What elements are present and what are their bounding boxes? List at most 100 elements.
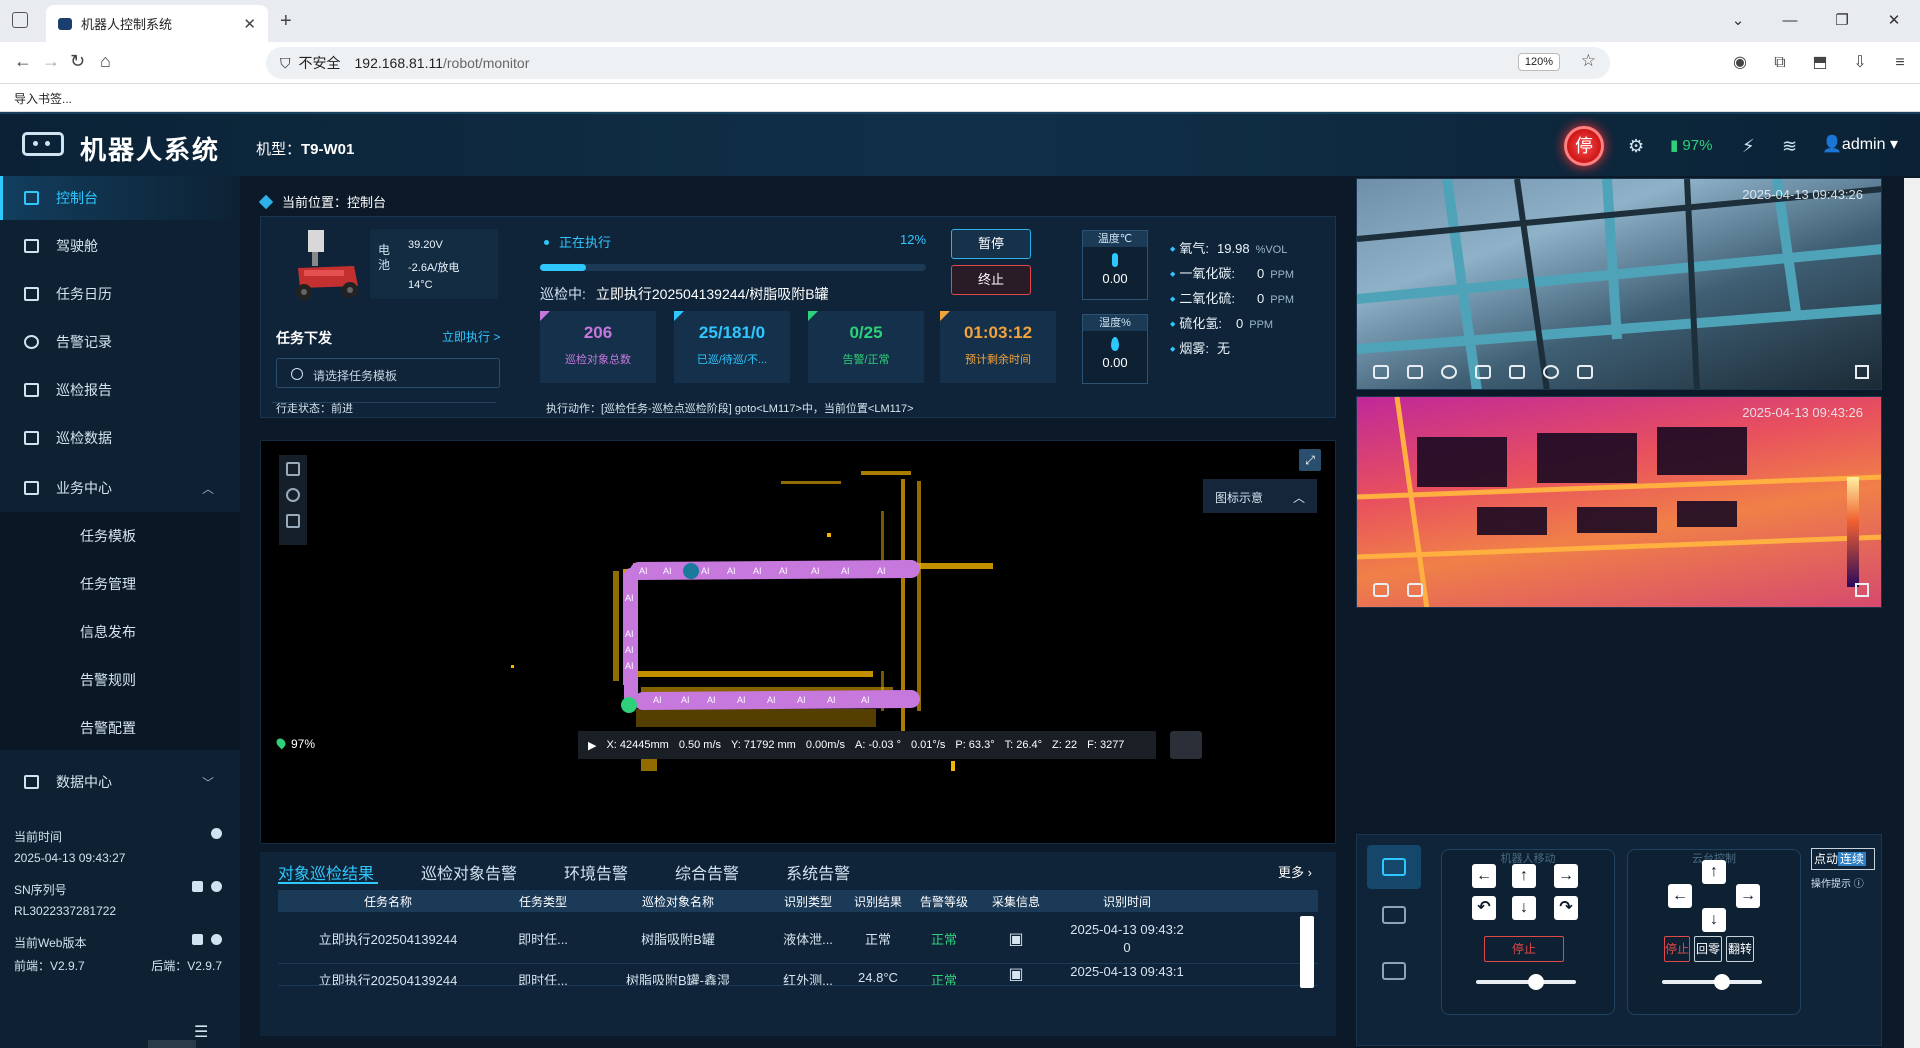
task-template-select[interactable]: 请选择任务模板 <box>276 358 500 388</box>
image-icon[interactable]: ▣ <box>980 929 1052 949</box>
table-row[interactable]: 立即执行202504139244 即时任... 树脂吸附B罐 液体泄... 正常… <box>278 914 1318 964</box>
ptz-speed-knob[interactable] <box>1714 974 1730 990</box>
sidebar-item-cockpit[interactable]: 驾驶舱 <box>0 224 240 268</box>
extensions-icon[interactable]: ⬒ <box>1800 42 1840 84</box>
rotate-left-arrow[interactable]: ↶ <box>1472 896 1496 920</box>
sidebar-item-reports[interactable]: 巡检报告 <box>0 368 240 412</box>
table-scrollbar[interactable] <box>1300 916 1314 988</box>
map-legend-toggle[interactable]: 图标示意 ︿ <box>1203 479 1317 513</box>
ptz-flip-button[interactable]: 翻转 <box>1726 936 1754 962</box>
bookmark-star-icon[interactable]: ☆ <box>1581 51 1596 71</box>
minimize-button[interactable]: — <box>1764 0 1816 42</box>
light-icon[interactable] <box>1577 365 1593 379</box>
play-icon[interactable]: ▶ <box>588 739 596 752</box>
submenu-task-template[interactable]: 任务模板 <box>0 514 240 558</box>
visible-camera-feed[interactable]: 2025-04-13 09:43:26 <box>1356 178 1882 390</box>
import-bookmarks-link[interactable]: 导入书签... <box>14 92 72 106</box>
snapshot-icon[interactable] <box>1373 583 1389 597</box>
more-icon[interactable] <box>211 881 222 892</box>
page-scrollbar[interactable] <box>1904 178 1920 1048</box>
more-link[interactable]: 更多 › <box>1278 862 1312 881</box>
ptz-up-arrow[interactable]: ↑ <box>1702 860 1726 884</box>
record-icon[interactable] <box>1407 583 1423 597</box>
expand-map-icon[interactable]: ⤢ <box>1299 449 1321 471</box>
tab-menu-icon[interactable] <box>12 12 28 28</box>
move-left-arrow[interactable]: ← <box>1472 864 1496 888</box>
submenu-alarm-rules[interactable]: 告警规则 <box>0 658 240 702</box>
ptz-left-arrow[interactable]: ← <box>1668 884 1692 908</box>
rotate-right-arrow[interactable]: ↷ <box>1554 896 1578 920</box>
copy-icon[interactable] <box>192 934 203 945</box>
fullscreen-icon[interactable] <box>1855 583 1869 597</box>
move-right-arrow[interactable]: → <box>1554 864 1578 888</box>
account-icon[interactable]: ◉ <box>1720 42 1760 84</box>
tab-object-results[interactable]: 对象巡检结果 <box>278 860 374 884</box>
downloads-icon[interactable]: ⇩ <box>1840 42 1880 84</box>
submenu-info-publish[interactable]: 信息发布 <box>0 610 240 654</box>
gamepad-mode-tab[interactable] <box>1367 949 1421 993</box>
ptz-speed-slider[interactable] <box>1662 974 1762 990</box>
move-speed-slider[interactable] <box>1476 974 1576 990</box>
fullscreen-icon[interactable] <box>1855 365 1869 379</box>
ptz-stop-button[interactable]: 停止 <box>1664 936 1690 962</box>
new-tab-button[interactable]: + <box>280 10 292 33</box>
snapshot-icon[interactable] <box>1373 365 1389 379</box>
tab-system-alarms[interactable]: 系统告警 <box>786 860 850 884</box>
sidebar-item-data-center[interactable]: 数据中心 ﹀ <box>0 760 240 804</box>
record-icon[interactable] <box>1407 365 1423 379</box>
menu-icon[interactable]: ≡ <box>1880 42 1920 84</box>
browser-tab[interactable]: 机器人控制系统 ✕ <box>46 5 268 42</box>
submenu-alarm-config[interactable]: 告警配置 <box>0 706 240 750</box>
navigation-map[interactable]: AI AI AI AI AI AI AI AI AI AI AI AI AI AI AI AI AI AI AI… <box>260 440 1336 844</box>
home-icon[interactable]: ⌂ <box>100 51 111 72</box>
tab-env-alarms[interactable]: 环境告警 <box>564 860 628 884</box>
sidebar-item-console[interactable]: 控制台 <box>0 176 240 220</box>
screenshot-icon[interactable]: ⧉ <box>1760 42 1800 84</box>
tab-combined-alarms[interactable]: 综合告警 <box>675 860 739 884</box>
user-menu[interactable]: 👤admin ▾ <box>1822 134 1898 154</box>
more-icon[interactable] <box>211 934 222 945</box>
zoom-indicator[interactable]: 120% <box>1517 53 1560 71</box>
wiper-icon[interactable] <box>1475 365 1491 379</box>
pause-button[interactable]: 暂停 <box>951 229 1031 259</box>
focus-icon[interactable] <box>1441 365 1457 379</box>
auto-mode-tab[interactable] <box>1367 845 1421 889</box>
brightness-icon[interactable] <box>1543 365 1559 379</box>
video-mode-icon[interactable] <box>1509 365 1525 379</box>
move-speed-knob[interactable] <box>1528 974 1544 990</box>
robot-status-icon[interactable]: ⚙ <box>1628 136 1644 157</box>
sidebar-item-data[interactable]: 巡检数据 <box>0 416 240 460</box>
close-tab-icon[interactable]: ✕ <box>243 15 256 33</box>
sidebar-item-business[interactable]: 业务中心 ︿ <box>0 466 240 510</box>
tab-list-icon[interactable]: ⌄ <box>1712 0 1764 42</box>
execute-now-link[interactable]: 立即执行 > <box>442 328 500 345</box>
insecure-label[interactable]: 不安全 <box>299 53 341 73</box>
charge-icon[interactable]: ⚡ <box>1742 136 1755 157</box>
ptz-down-arrow[interactable]: ↓ <box>1702 908 1726 932</box>
sidebar-item-calendar[interactable]: 任务日历 <box>0 272 240 316</box>
help-icon[interactable]: ⓘ <box>1854 879 1864 890</box>
robot-stop-button[interactable]: 停止 <box>1484 936 1564 962</box>
jog-continuous-toggle[interactable]: 点动 连续 <box>1811 848 1875 870</box>
sidebar-item-alarms[interactable]: 告警记录 <box>0 320 240 364</box>
stop-task-button[interactable]: 终止 <box>951 265 1031 295</box>
close-window-button[interactable]: ✕ <box>1868 0 1920 42</box>
collapse-menu-icon[interactable]: ☰ <box>194 1022 208 1042</box>
table-row[interactable]: 立即执行202504139244 即时任... 树脂吸附B罐-鑫湿 红外测...… <box>278 964 1318 986</box>
operation-hint[interactable]: 操作提示 ⓘ <box>1811 875 1864 890</box>
back-icon[interactable]: ← <box>14 51 32 72</box>
forward-icon[interactable]: → <box>42 51 60 72</box>
ptz-right-arrow[interactable]: → <box>1736 884 1760 908</box>
reload-icon[interactable]: ↻ <box>70 51 85 72</box>
horizontal-scrollbar[interactable] <box>148 1040 196 1048</box>
submenu-task-management[interactable]: 任务管理 <box>0 562 240 606</box>
copy-icon[interactable] <box>192 881 203 892</box>
image-icon[interactable]: ▣ <box>980 964 1052 984</box>
manual-mode-tab[interactable] <box>1367 893 1421 937</box>
tab-object-alarms[interactable]: 巡检对象告警 <box>421 860 517 884</box>
move-forward-arrow[interactable]: ↑ <box>1512 864 1536 888</box>
restore-button[interactable]: ❐ <box>1816 0 1868 42</box>
thermal-camera-feed[interactable]: 2025-04-13 09:43:26 <box>1356 396 1882 608</box>
move-back-arrow[interactable]: ↓ <box>1512 896 1536 920</box>
url-field[interactable]: ⛉ 不安全 192.168.81.11/robot/monitor 120% ☆ <box>266 47 1610 79</box>
